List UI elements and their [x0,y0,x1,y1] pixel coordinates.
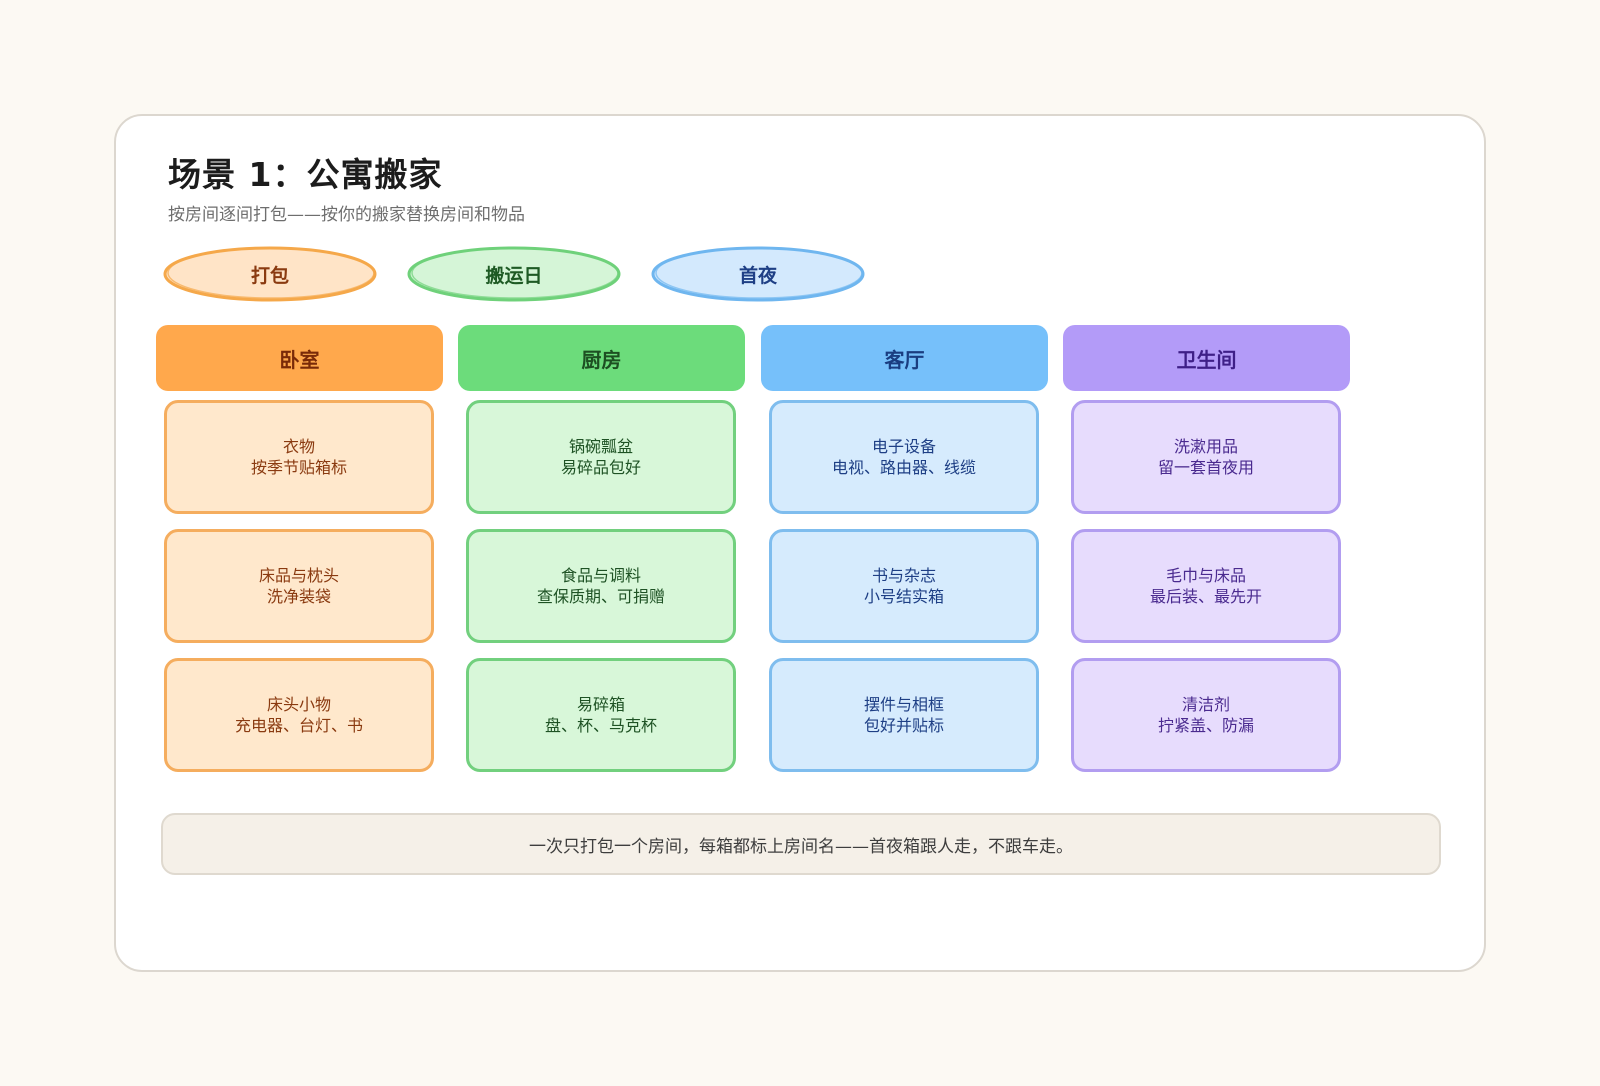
box-title: 食品与调料 [560,566,641,585]
box-note: 洗净装袋 [266,587,331,606]
box-title: 床品与枕头 [258,566,339,585]
box-title: 易碎箱 [576,695,625,714]
packing-box: 毛巾与床品最后装、最先开 [1071,529,1341,643]
box-note: 包好并贴标 [863,716,944,735]
phase-label: 首夜 [738,264,777,287]
box-title: 洗漱用品 [1173,437,1238,456]
box-note: 充电器、台灯、书 [234,716,363,735]
box-title: 电子设备 [871,437,936,456]
packing-box: 床头小物充电器、台灯、书 [164,658,434,772]
packing-box: 电子设备电视、路由器、线缆 [769,400,1039,514]
phase-pill-2: 搬运日 [406,246,622,302]
box-title: 毛巾与床品 [1165,566,1246,585]
scenario-card: 场景 1：公寓搬家 按房间逐间打包——按你的搬家替换房间和物品 打包 搬运日 首夜 … [114,114,1486,972]
phase-pill-1: 打包 [162,246,378,302]
room-header-3: 客厅 [761,325,1048,391]
box-note: 最后装、最先开 [1149,587,1262,606]
box-note: 按季节贴箱标 [250,458,347,477]
box-title: 锅碗瓢盆 [568,437,633,456]
box-title: 衣物 [282,437,315,456]
packing-box: 衣物 按季节贴箱标 [164,400,434,514]
room-header-1: 卧室 [156,325,443,391]
room-header-2: 厨房 [458,325,745,391]
room-header-4: 卫生间 [1063,325,1350,391]
packing-box: 易碎箱盘、杯、马克杯 [466,658,736,772]
box-note: 拧紧盖、防漏 [1157,716,1254,735]
box-note: 电视、路由器、线缆 [831,458,976,477]
page-subtitle: 按房间逐间打包——按你的搬家替换房间和物品 [168,205,525,225]
box-title: 床头小物 [266,695,331,714]
phase-pill-3: 首夜 [650,246,866,302]
packing-box: 食品与调料查保质期、可捐赠 [466,529,736,643]
phase-label: 搬运日 [485,264,543,287]
box-title: 摆件与相框 [863,695,944,714]
box-title: 清洁剂 [1181,695,1230,714]
packing-box: 洗漱用品留一套首夜用 [1071,400,1341,514]
box-title: 书与杂志 [871,566,936,585]
box-note: 查保质期、可捐赠 [536,587,665,606]
packing-box: 床品与枕头 洗净装袋 [164,529,434,643]
phase-label: 打包 [250,264,289,287]
packing-box: 摆件与相框包好并贴标 [769,658,1039,772]
page-title: 场景 1：公寓搬家 [168,155,443,194]
footer-note: 一次只打包一个房间，每箱都标上房间名——首夜箱跟人走，不跟车走。 [161,813,1441,875]
box-note: 盘、杯、马克杯 [544,716,657,735]
box-note: 留一套首夜用 [1157,458,1254,477]
box-note: 小号结实箱 [863,587,944,606]
packing-box: 锅碗瓢盆 易碎品包好 [466,400,736,514]
packing-box: 清洁剂 拧紧盖、防漏 [1071,658,1341,772]
box-note: 易碎品包好 [560,458,641,477]
packing-box: 书与杂志 小号结实箱 [769,529,1039,643]
